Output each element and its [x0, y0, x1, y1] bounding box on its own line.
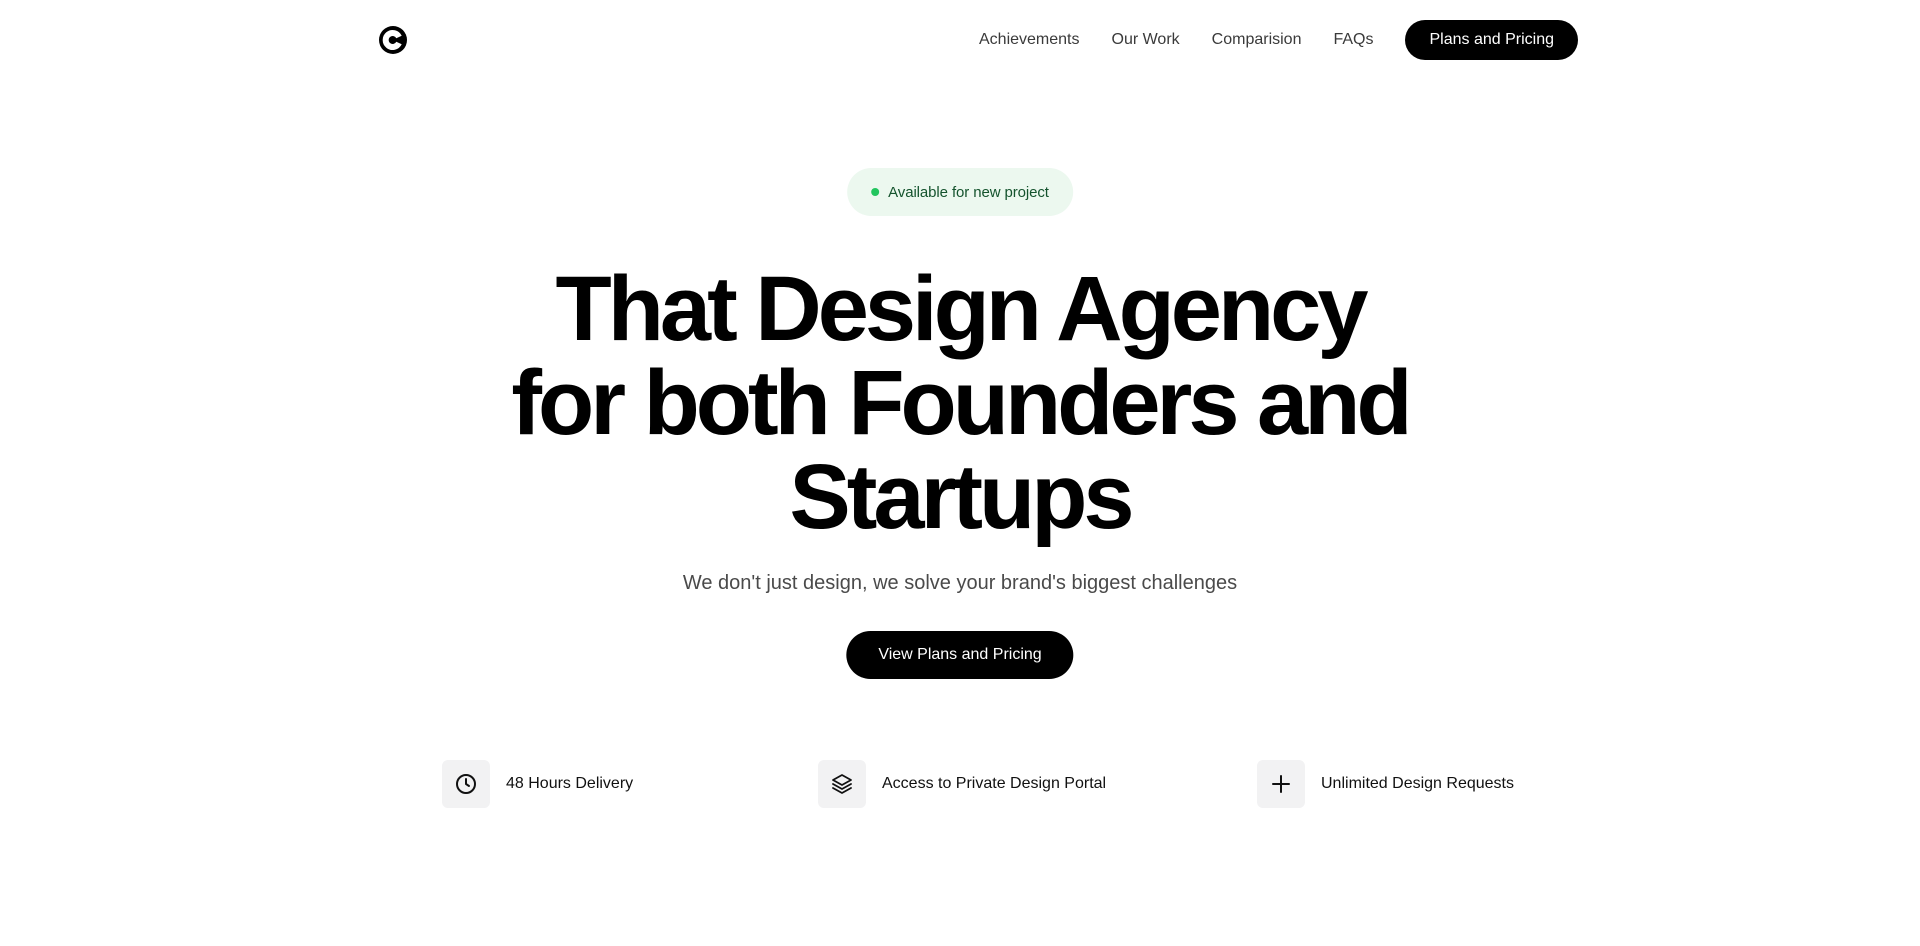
clock-icon: [456, 774, 476, 794]
layers-icon: [832, 774, 852, 794]
availability-text: Available for new project: [888, 183, 1049, 201]
hero-title-line-2: for both Founders and: [511, 352, 1412, 454]
hero-title-line-1: That Design Agency: [555, 258, 1369, 360]
nav-faqs[interactable]: FAQs: [1333, 31, 1373, 49]
main-nav: Achievements Our Work Comparision FAQs P…: [979, 20, 1578, 60]
feature-requests: Unlimited Design Requests: [1257, 760, 1514, 808]
plans-pricing-button[interactable]: Plans and Pricing: [1405, 20, 1578, 60]
hero-title: That Design Agency for both Founders and…: [0, 262, 1920, 544]
feature-delivery: 48 Hours Delivery: [442, 760, 633, 808]
nav-achievements[interactable]: Achievements: [979, 31, 1080, 49]
nav-comparision[interactable]: Comparision: [1212, 31, 1302, 49]
brand-logo[interactable]: [378, 25, 408, 55]
view-plans-button[interactable]: View Plans and Pricing: [846, 631, 1074, 679]
feature-label: Unlimited Design Requests: [1321, 775, 1514, 792]
logo-icon: [379, 26, 407, 54]
status-dot-icon: [871, 188, 880, 196]
hero-title-line-3: Startups: [789, 446, 1134, 548]
feature-portal: Access to Private Design Portal: [818, 760, 1106, 808]
nav-our-work[interactable]: Our Work: [1112, 31, 1180, 49]
plus-icon-tile: [1257, 760, 1305, 808]
plus-icon: [1272, 775, 1290, 793]
features-row: 48 Hours Delivery Access to Private Desi…: [0, 760, 1920, 808]
hero-subtitle: We don't just design, we solve your bran…: [682, 572, 1238, 594]
clock-icon-tile: [442, 760, 490, 808]
landing-page: Achievements Our Work Comparision FAQs P…: [0, 0, 1920, 946]
feature-label: Access to Private Design Portal: [882, 775, 1107, 792]
feature-label: 48 Hours Delivery: [506, 775, 634, 792]
layers-icon-tile: [818, 760, 866, 808]
site-header: Achievements Our Work Comparision FAQs P…: [378, 20, 1578, 60]
availability-badge: Available for new project: [847, 168, 1073, 216]
